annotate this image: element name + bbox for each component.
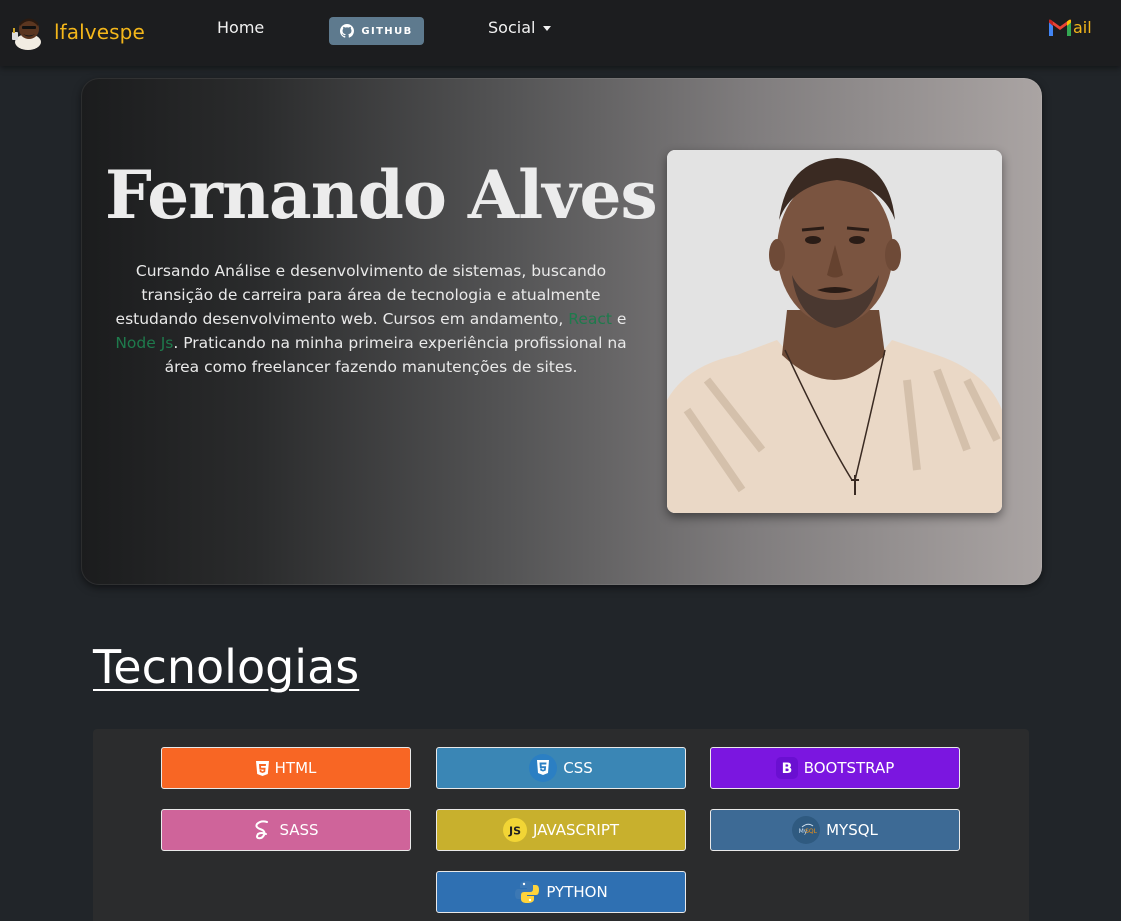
tech-label: SASS [279, 821, 319, 839]
tech-label: MYSQL [826, 821, 878, 839]
sass-icon [253, 819, 273, 841]
brand-name: lfalvespe [54, 20, 145, 44]
mysql-icon: My SQL [792, 816, 821, 844]
svg-text:B: B [781, 761, 792, 777]
tech-panel: HTML CSS B BOOTSTRAP SASS JS JAVASCRIPT … [93, 729, 1029, 921]
tech-button-sass[interactable]: SASS [161, 809, 411, 851]
tech-label: PYTHON [546, 883, 608, 901]
svg-text:SQL: SQL [805, 828, 818, 835]
tech-button-python[interactable]: PYTHON [436, 871, 686, 913]
github-label: GITHUB [361, 25, 413, 37]
brand-link[interactable]: lfalvespe [10, 13, 145, 51]
mail-label: ail [1073, 18, 1092, 37]
tech-label: CSS [563, 759, 593, 777]
bootstrap-icon: B [775, 757, 798, 779]
social-label: Social [488, 18, 536, 37]
tech-button-html[interactable]: HTML [161, 747, 411, 789]
github-icon [340, 24, 355, 38]
chevron-down-icon [543, 26, 552, 31]
hero-name: Fernando Alves [105, 156, 658, 234]
nav-home-link[interactable]: Home [217, 18, 264, 37]
tech-button-css[interactable]: CSS [436, 747, 686, 789]
bio-highlight-react: React [568, 310, 612, 328]
tech-label: HTML [274, 759, 317, 777]
css3-icon [529, 754, 558, 782]
tech-button-javascript[interactable]: JS JAVASCRIPT [436, 809, 686, 851]
hero-card: Fernando Alves Cursando Análise e desenv… [81, 78, 1042, 585]
bio-text-end: . Praticando na minha primeira experiênc… [164, 334, 627, 376]
avatar-icon [10, 14, 46, 50]
bio-text: Cursando Análise e desenvolvimento de si… [115, 262, 607, 328]
profile-photo [667, 150, 1002, 513]
svg-text:JS: JS [508, 825, 521, 838]
tech-label: BOOTSTRAP [803, 759, 895, 777]
tech-label: JAVASCRIPT [532, 821, 620, 839]
html5-icon [255, 760, 269, 776]
python-icon [514, 879, 540, 905]
section-title-tecnologias: Tecnologias [93, 640, 360, 694]
tech-button-bootstrap[interactable]: B BOOTSTRAP [710, 747, 960, 789]
bio-highlight-node: Node Js [115, 334, 174, 352]
hero-bio: Cursando Análise e desenvolvimento de si… [101, 259, 641, 379]
gmail-icon [1048, 19, 1072, 37]
tech-button-mysql[interactable]: My SQL MYSQL [710, 809, 960, 851]
javascript-icon: JS [502, 818, 527, 842]
social-dropdown[interactable]: Social [488, 18, 552, 37]
github-button[interactable]: GITHUB [329, 17, 424, 45]
bio-conjunction: e [611, 310, 627, 328]
navbar: lfalvespe Home GITHUB Social ail [0, 0, 1121, 66]
mail-link[interactable]: ail [1048, 19, 1092, 37]
